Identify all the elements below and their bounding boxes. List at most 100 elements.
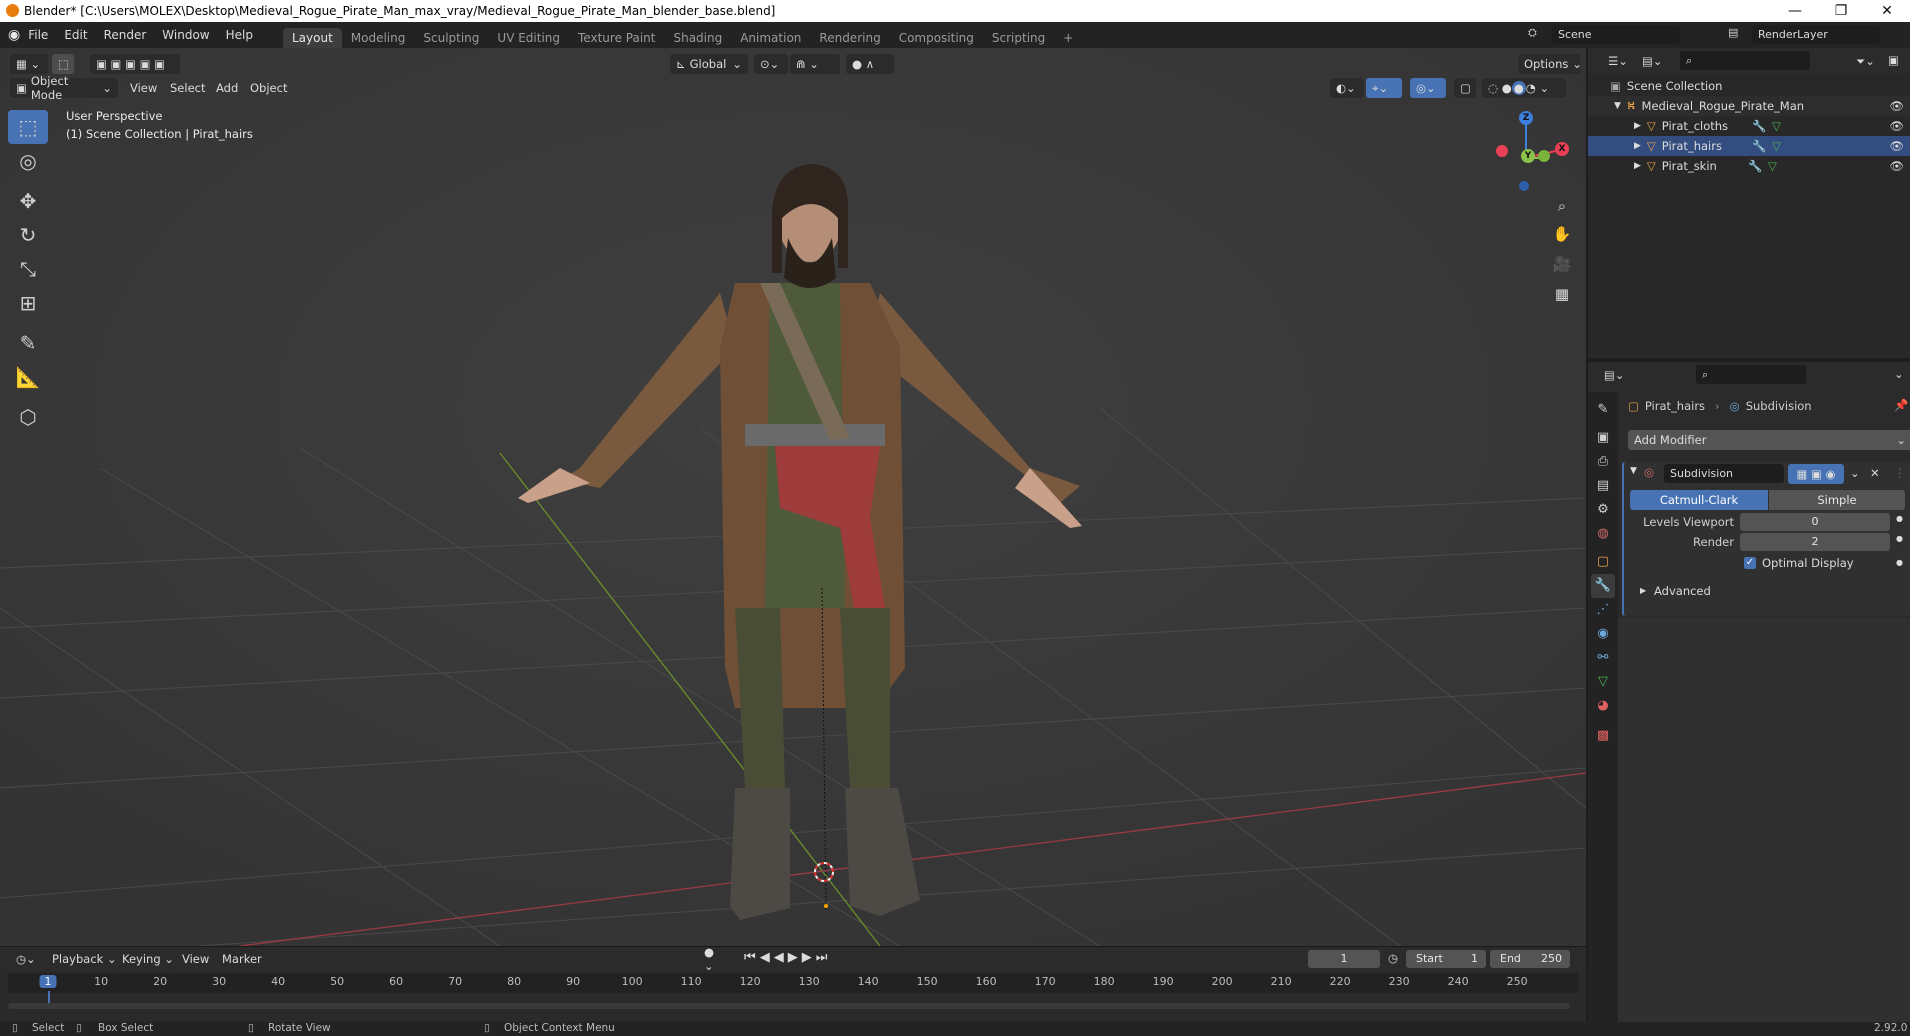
- minimize-button[interactable]: —: [1772, 0, 1818, 22]
- menu-file[interactable]: File: [20, 28, 56, 42]
- add-cube-tool[interactable]: ⬡: [8, 400, 48, 434]
- filter-button[interactable]: ⏷⌄: [1850, 51, 1880, 71]
- viewport-menu-select[interactable]: Select: [170, 81, 205, 95]
- simple-option[interactable]: Simple: [1769, 490, 1905, 510]
- outliner-row-object[interactable]: ▶ ▽ Pirat_skin 🔧 ▽ 👁: [1588, 156, 1910, 176]
- orientation-selector[interactable]: ⊾ Global ⌄: [670, 54, 748, 74]
- timeline-ruler[interactable]: 1 10 20 30 40 50 60 70 80 90 100 110 120 130 140 150 160…: [8, 973, 1578, 1005]
- select-box-tool[interactable]: ⬚: [8, 110, 48, 144]
- mode-selector[interactable]: ▣ Object Mode ⌄: [10, 74, 118, 102]
- menu-edit[interactable]: Edit: [56, 28, 95, 42]
- advanced-subpanel-label[interactable]: Advanced: [1654, 584, 1711, 598]
- eye-icon[interactable]: 👁: [1889, 119, 1904, 133]
- outliner-editor-type[interactable]: ☰⌄: [1602, 51, 1632, 71]
- end-frame-field[interactable]: End 250: [1490, 950, 1570, 968]
- timeline-menu-view[interactable]: View: [182, 952, 209, 966]
- tab-animation[interactable]: Animation: [731, 28, 810, 48]
- world-tab-icon[interactable]: ◍: [1591, 522, 1615, 546]
- neg-z-axis-icon[interactable]: [1519, 181, 1529, 191]
- expand-arrow-icon[interactable]: ▼: [1614, 101, 1621, 111]
- select-mode-button[interactable]: ⬚: [52, 54, 74, 74]
- playback-controls[interactable]: ⏮◀◀▶▶⏭: [744, 950, 831, 965]
- tab-layout[interactable]: Layout: [282, 28, 342, 48]
- texture-tab-icon[interactable]: ▩: [1591, 724, 1615, 748]
- 3d-viewport[interactable]: ▦ ⌄ ⬚ ▣ ▣ ▣ ▣ ▣ ⊾ Global ⌄ ⊙⌄ ⋒ ⌄ ● ∧ Op…: [0, 48, 1586, 946]
- keying-menu[interactable]: Keying ⌄: [116, 949, 174, 969]
- optimal-display-checkbox[interactable]: ✓: [1744, 557, 1756, 569]
- menu-help[interactable]: Help: [218, 28, 261, 42]
- collapse-arrow-icon[interactable]: ▼: [1630, 466, 1637, 476]
- neg-y-axis-icon[interactable]: [1538, 150, 1550, 162]
- selection-modes[interactable]: ▣ ▣ ▣ ▣ ▣: [90, 54, 180, 74]
- eye-icon[interactable]: 👁: [1889, 159, 1904, 173]
- expand-arrow-icon[interactable]: ▶: [1640, 586, 1646, 595]
- proportional-edit-button[interactable]: ● ∧: [846, 54, 894, 74]
- keyframe-dot-icon[interactable]: ●: [1896, 558, 1903, 567]
- scene-selector[interactable]: Scene: [1552, 25, 1680, 44]
- overlay-toggle-button[interactable]: ◎⌄: [1410, 78, 1446, 98]
- ortho-toggle-icon[interactable]: ▦: [1550, 282, 1574, 306]
- drag-handle-icon[interactable]: ⋮⋮: [1894, 466, 1910, 480]
- output-tab-icon[interactable]: ⎙: [1591, 450, 1615, 474]
- modifier-visibility-toggles[interactable]: ▦ ▣ ◉: [1788, 464, 1844, 484]
- xray-toggle-button[interactable]: ▢: [1454, 78, 1476, 98]
- visibility-button[interactable]: ◐⌄: [1330, 78, 1364, 98]
- tab-rendering[interactable]: Rendering: [810, 28, 889, 48]
- properties-search-input[interactable]: ⌕: [1696, 365, 1806, 384]
- eye-icon[interactable]: 👁: [1889, 139, 1904, 153]
- tab-compositing[interactable]: Compositing: [890, 28, 983, 48]
- pan-hand-icon[interactable]: ✋: [1550, 222, 1574, 246]
- blender-menu-icon[interactable]: ◉: [8, 27, 20, 43]
- add-modifier-button[interactable]: Add Modifier ⌄: [1628, 430, 1910, 450]
- close-button[interactable]: ✕: [1864, 0, 1910, 22]
- current-frame-field[interactable]: 1: [1308, 950, 1380, 968]
- outliner-row-collection[interactable]: ▼ ⛕ Medieval_Rogue_Pirate_Man 👁: [1588, 96, 1910, 116]
- viewport-menu-view[interactable]: View: [130, 81, 157, 95]
- x-axis-icon[interactable]: X: [1555, 142, 1569, 156]
- rotate-tool[interactable]: ↻: [8, 218, 48, 252]
- eye-icon[interactable]: 👁: [1889, 99, 1904, 113]
- gizmo-toggle-button[interactable]: ⌖⌄: [1366, 78, 1402, 98]
- playback-menu[interactable]: Playback ⌄: [46, 949, 117, 969]
- chevron-down-icon[interactable]: ⌄: [1850, 466, 1860, 480]
- timeline-menu-marker[interactable]: Marker: [222, 952, 262, 966]
- material-tab-icon[interactable]: ◕: [1591, 694, 1615, 718]
- render-layer-selector[interactable]: RenderLayer: [1752, 25, 1880, 44]
- transform-tool[interactable]: ⊞: [8, 286, 48, 320]
- render-tab-icon[interactable]: ▣: [1591, 426, 1615, 450]
- menu-window[interactable]: Window: [154, 28, 217, 42]
- pivot-point-button[interactable]: ⊙⌄: [754, 54, 788, 74]
- mesh-data-tab-icon[interactable]: ▽: [1591, 670, 1615, 694]
- outliner-search-input[interactable]: ⌕: [1680, 51, 1810, 70]
- constraints-tab-icon[interactable]: ⚯: [1591, 646, 1615, 670]
- keyframe-dot-icon[interactable]: ●: [1896, 534, 1903, 543]
- shading-mode-buttons[interactable]: ◌ ● ● ◔ ⌄: [1482, 78, 1566, 98]
- tab-scripting[interactable]: Scripting: [983, 28, 1054, 48]
- timeline-scrollbar[interactable]: [8, 1003, 1570, 1009]
- properties-editor-type[interactable]: ▤⌄: [1598, 365, 1628, 385]
- viewport-menu-add[interactable]: Add: [216, 81, 238, 95]
- pin-icon[interactable]: 📌: [1894, 398, 1908, 412]
- expand-arrow-icon[interactable]: ▶: [1634, 141, 1641, 151]
- record-button[interactable]: ● ⌄: [698, 945, 726, 973]
- y-axis-icon[interactable]: Y: [1521, 149, 1535, 163]
- tool-tab-icon[interactable]: ✎: [1591, 398, 1615, 422]
- move-tool[interactable]: ✥: [8, 184, 48, 218]
- outliner-row-object[interactable]: ▶ ▽ Pirat_cloths 🔧 ▽ 👁: [1588, 116, 1910, 136]
- scale-tool[interactable]: ⤡: [8, 252, 48, 286]
- chevron-down-icon[interactable]: ⌄: [1894, 367, 1904, 381]
- view-layer-tab-icon[interactable]: ▤: [1591, 474, 1615, 498]
- object-tab-icon[interactable]: ▢: [1591, 550, 1615, 574]
- camera-view-icon[interactable]: 🎥: [1550, 252, 1574, 276]
- start-frame-field[interactable]: Start 1: [1406, 950, 1486, 968]
- catmull-clark-option[interactable]: Catmull-Clark: [1630, 490, 1768, 510]
- expand-arrow-icon[interactable]: ▶: [1634, 161, 1641, 171]
- snap-button[interactable]: ⋒ ⌄: [790, 54, 840, 74]
- options-button[interactable]: Options ⌄: [1518, 54, 1582, 74]
- restore-button[interactable]: ❐: [1818, 0, 1864, 22]
- tab-modeling[interactable]: Modeling: [342, 28, 415, 48]
- zoom-icon[interactable]: ⌕: [1550, 194, 1574, 218]
- display-mode-button[interactable]: ▤⌄: [1636, 51, 1666, 71]
- remove-modifier-icon[interactable]: ✕: [1870, 466, 1880, 480]
- outliner-row-scene-collection[interactable]: ▣ Scene Collection: [1588, 76, 1910, 96]
